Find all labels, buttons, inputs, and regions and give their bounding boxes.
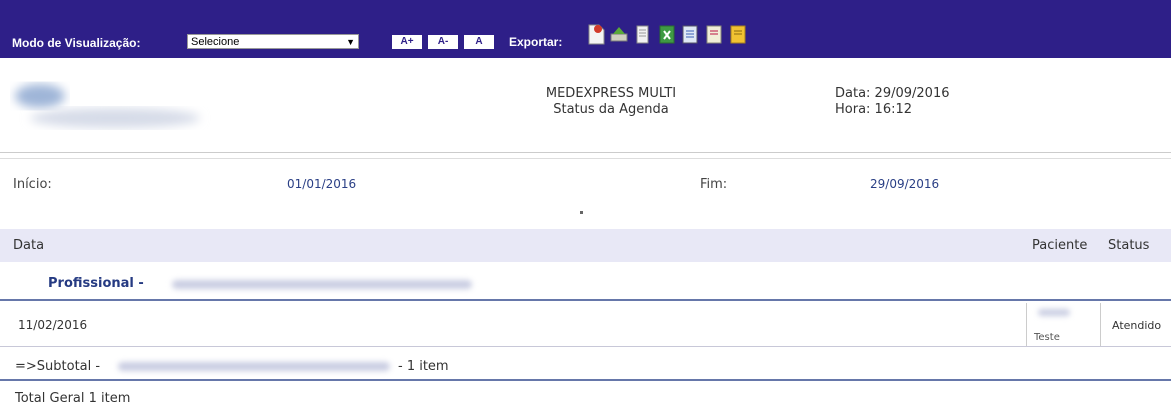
word-icon[interactable]: [680, 22, 700, 46]
column-header-paciente: Paciente: [1032, 238, 1088, 253]
report-date: Data: 29/09/2016: [835, 86, 950, 101]
company-logo: [15, 84, 200, 128]
excel-icon[interactable]: [657, 22, 677, 46]
report-subtitle: Status da Agenda: [553, 102, 669, 117]
start-date-label: Início:: [13, 177, 52, 192]
dropdown-arrow-icon[interactable]: ▼: [346, 35, 355, 50]
report-time: Hora: 16:12: [835, 102, 913, 117]
subtotal-label: =>Subtotal -: [15, 359, 101, 374]
table-row: 11/02/2016 Teste Atendido: [0, 303, 1171, 347]
start-date-value: 01/01/2016: [287, 177, 357, 191]
page-icon[interactable]: [586, 22, 606, 46]
redacted-professional-name: [172, 280, 472, 289]
report-title: MEDEXPRESS MULTI: [545, 86, 677, 101]
font-reset-button[interactable]: A: [464, 35, 494, 49]
redacted-patient-name: [1038, 309, 1070, 316]
divider: [0, 158, 1171, 159]
printer-icon[interactable]: [609, 22, 629, 46]
end-date-label: Fim:: [700, 177, 728, 192]
pdf-icon[interactable]: [704, 22, 724, 46]
report-title-block: MEDEXPRESS MULTI Status da Agenda: [486, 86, 736, 118]
row-status: Atendido: [1112, 319, 1162, 332]
divider: [0, 152, 1171, 153]
end-date-value: 29/09/2016: [870, 177, 940, 191]
view-mode-select[interactable]: Selecione ▼: [187, 34, 359, 49]
professional-group-title: Profissional -: [48, 276, 144, 291]
note-icon[interactable]: [728, 22, 748, 46]
font-increase-button[interactable]: A+: [392, 35, 422, 49]
view-mode-select-value: Selecione: [191, 36, 240, 48]
table-header: Data Paciente Status: [0, 229, 1171, 262]
view-mode-label: Modo de Visualização:: [12, 36, 141, 50]
dot: [580, 211, 583, 214]
toolbar: Modo de Visualização: Selecione ▼ A+ A- …: [0, 0, 1171, 58]
footer-divider: [0, 379, 1171, 381]
document-icon[interactable]: [633, 22, 653, 46]
report-meta: Data: 29/09/2016 Hora: 16:12: [835, 86, 949, 118]
column-header-data: Data: [13, 238, 45, 253]
column-header-status: Status: [1108, 238, 1150, 253]
subtotal-count: - 1 item: [398, 359, 449, 374]
column-divider: [1100, 303, 1101, 346]
row-date: 11/02/2016: [18, 318, 88, 332]
export-label: Exportar:: [509, 35, 563, 49]
redacted-subtotal-name: [118, 362, 390, 371]
column-divider: [1026, 303, 1027, 346]
row-paciente: Teste: [1034, 332, 1060, 343]
group-divider: [0, 299, 1171, 301]
grand-total: Total Geral 1 item: [15, 391, 131, 406]
font-decrease-button[interactable]: A-: [428, 35, 458, 49]
